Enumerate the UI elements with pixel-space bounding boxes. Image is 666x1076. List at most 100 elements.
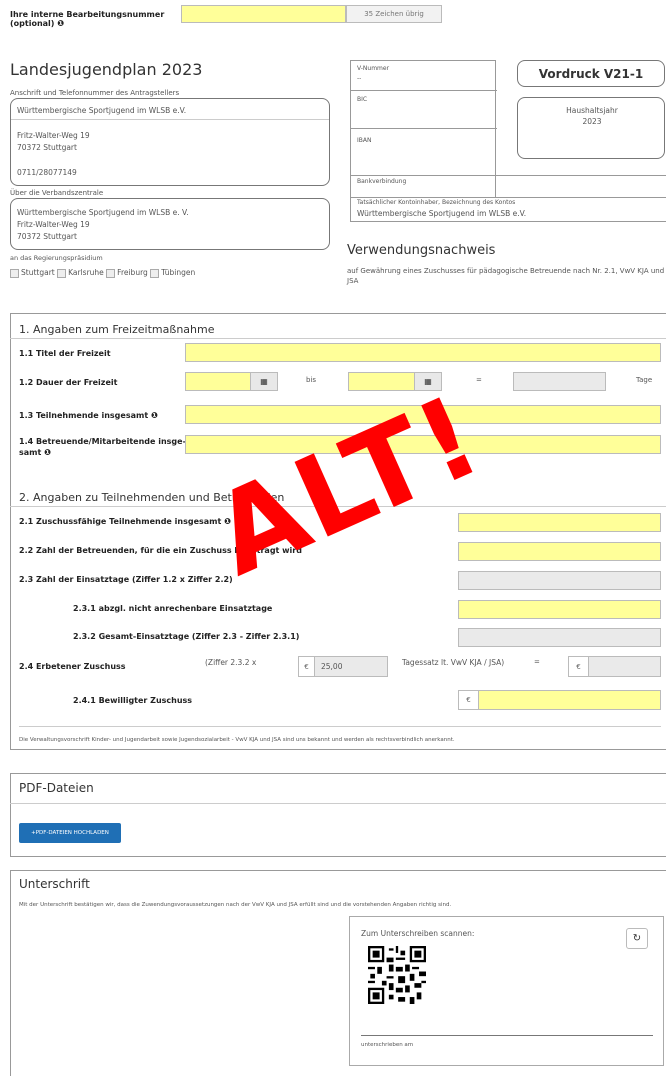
year-value: 2023: [582, 117, 602, 126]
via-caption: Über die Verbandszentrale: [10, 189, 104, 197]
qr-code-icon: [368, 946, 426, 1004]
via-line: 70372 Stuttgart: [17, 232, 77, 241]
sign-text: Mit der Unterschrift bestätigen wir, das…: [19, 902, 452, 908]
divider: [350, 175, 666, 176]
rp-caption: an das Regierungspräsidium: [10, 254, 103, 262]
tage-label: Tage: [636, 376, 653, 384]
applicant-line: 0711/28077149: [17, 168, 77, 177]
applicant-caption: Anschrift und Telefonnummer des Antragst…: [10, 89, 180, 97]
checkbox[interactable]: [106, 268, 116, 278]
upload-label: PDF-DATEIEN HOCHLADEN: [35, 830, 109, 836]
f13-text: 1.3 Teilnehmende insgesamt: [19, 411, 149, 420]
scan-label: Zum Unterschreiben scannen:: [361, 929, 475, 938]
f232-label: 2.3.2 Gesamt-Einsatztage (Ziffer 2.3 - Z…: [73, 632, 300, 641]
rp-option-label: Karlsruhe: [68, 268, 104, 277]
f13-label: 1.3 Teilnehmende insgesamt ❶: [19, 411, 158, 420]
page-title: Landesjugendplan 2023: [10, 60, 203, 79]
divider: [19, 726, 661, 727]
approved-input[interactable]: [478, 690, 661, 710]
checkbox[interactable]: [150, 268, 160, 278]
form-code: Vordruck V21-1: [517, 60, 665, 87]
f23-label: 2.3 Zahl der Einsatztage (Ziffer 1.2 x Z…: [19, 575, 233, 584]
sign-caption: unterschrieben am: [361, 1042, 414, 1048]
doc-subtitle: auf Gewährung eines Zuschusses für pädag…: [347, 267, 665, 285]
pdf-panel: [10, 773, 666, 857]
chars-left: 35 Zeichen übrig: [346, 5, 442, 23]
rp-option-label: Tübingen: [161, 268, 196, 277]
f231-label: 2.3.1 abzgl. nicht anrechenbare Einsatzt…: [73, 604, 273, 613]
net-days-output: [458, 628, 661, 647]
divider: [10, 803, 666, 804]
applicant-line: Fritz-Walter-Weg 19: [17, 131, 90, 140]
f14-label-2: samt ❶: [19, 448, 51, 457]
bank-label: Bankverbindung: [357, 178, 407, 185]
divider: [351, 90, 497, 91]
title-input[interactable]: [185, 343, 661, 362]
applicant-line: Württembergische Sportjugend im WLSB e.V…: [17, 106, 187, 115]
requested-output: [588, 656, 661, 677]
via-line: Fritz-Walter-Weg 19: [17, 220, 90, 229]
rp-options: Stuttgart Karlsruhe Freiburg Tübingen: [10, 268, 195, 278]
iban-label: IBAN: [357, 137, 372, 144]
holder-value: Württembergische Sportjugend im WLSB e.V…: [357, 209, 527, 218]
ref-label-optional: (optional) ❶: [10, 19, 64, 28]
ref-label-optional-text: (optional): [10, 19, 55, 28]
f14-label: 1.4 Betreuende/Mitarbeitende insge-: [19, 437, 186, 446]
upload-button[interactable]: + PDF-DATEIEN HOCHLADEN: [19, 823, 121, 843]
year-box: Haushaltsjahr 2023: [517, 97, 665, 159]
rate-label: Tagessatz lt. VwV KJA / JSA): [402, 658, 505, 667]
bis-label: bis: [306, 376, 317, 384]
eligible-participants-input[interactable]: [458, 513, 661, 532]
rp-option-tuebingen[interactable]: Tübingen: [150, 268, 196, 278]
staff-funding-input[interactable]: [458, 542, 661, 561]
applicant-box: Württembergische Sportjugend im WLSB e.V…: [10, 98, 330, 186]
ziffer-label: (Ziffer 2.3.2 x: [205, 658, 257, 667]
holder-label: Tatsächlicher Kontoinhaber, Bezeichnung …: [357, 199, 516, 206]
info-icon: ❶: [44, 448, 51, 457]
footnote: Die Verwaltungsvorschrift Kinder- und Ju…: [19, 737, 455, 743]
equals-label: =: [534, 658, 540, 666]
divider: [11, 119, 329, 120]
euro-icon: €: [298, 656, 315, 677]
rp-option-label: Freiburg: [117, 268, 148, 277]
rp-option-stuttgart[interactable]: Stuttgart: [10, 268, 55, 278]
info-icon: ❶: [57, 19, 65, 28]
equals-label: =: [476, 376, 482, 384]
rate-output: 25,00: [314, 656, 388, 677]
refresh-icon[interactable]: ↻: [626, 928, 648, 949]
pdf-title: PDF-Dateien: [19, 781, 94, 795]
checkbox[interactable]: [57, 268, 67, 278]
via-box: Württembergische Sportjugend im WLSB e. …: [10, 198, 330, 250]
v-nummer-value: --: [357, 75, 362, 82]
calendar-icon[interactable]: ▦: [250, 372, 278, 391]
bic-label: BIC: [357, 96, 368, 103]
ref-input[interactable]: [181, 5, 346, 23]
euro-icon: €: [458, 690, 479, 710]
info-icon: ❶: [150, 411, 158, 420]
f24-label: 2.4 Erbetener Zuschuss: [19, 662, 126, 671]
days-total-output: [458, 571, 661, 590]
via-line: Württembergische Sportjugend im WLSB e. …: [17, 208, 189, 217]
days-output: [513, 372, 606, 391]
divider: [10, 338, 666, 339]
v-nummer-label: V-Nummer: [357, 65, 390, 72]
applicant-line: 70372 Stuttgart: [17, 143, 77, 152]
rp-option-freiburg[interactable]: Freiburg: [106, 268, 148, 278]
deduct-days-input[interactable]: [458, 600, 661, 619]
sign-title: Unterschrift: [19, 877, 90, 891]
doc-title: Verwendungsnachweis: [347, 243, 496, 258]
f21-text: 2.1 Zuschussfähige Teilnehmende insgesam…: [19, 517, 222, 526]
f21-label: 2.1 Zuschussfähige Teilnehmende insgesam…: [19, 517, 231, 526]
f11-label: 1.1 Titel der Freizeit: [19, 349, 111, 358]
ref-label: Ihre interne Bearbeitungsnummer: [10, 10, 165, 19]
divider: [351, 128, 497, 129]
f14-text: samt: [19, 448, 42, 457]
euro-icon: €: [568, 656, 589, 677]
section1-title: 1. Angaben zum Freizeitmaßnahme: [19, 323, 215, 336]
date-from-input[interactable]: [185, 372, 251, 391]
rp-option-karlsruhe[interactable]: Karlsruhe: [57, 268, 104, 278]
rp-option-label: Stuttgart: [21, 268, 55, 277]
year-label: Haushaltsjahr: [566, 106, 618, 115]
checkbox[interactable]: [10, 268, 19, 278]
sign-line: [361, 1035, 653, 1036]
